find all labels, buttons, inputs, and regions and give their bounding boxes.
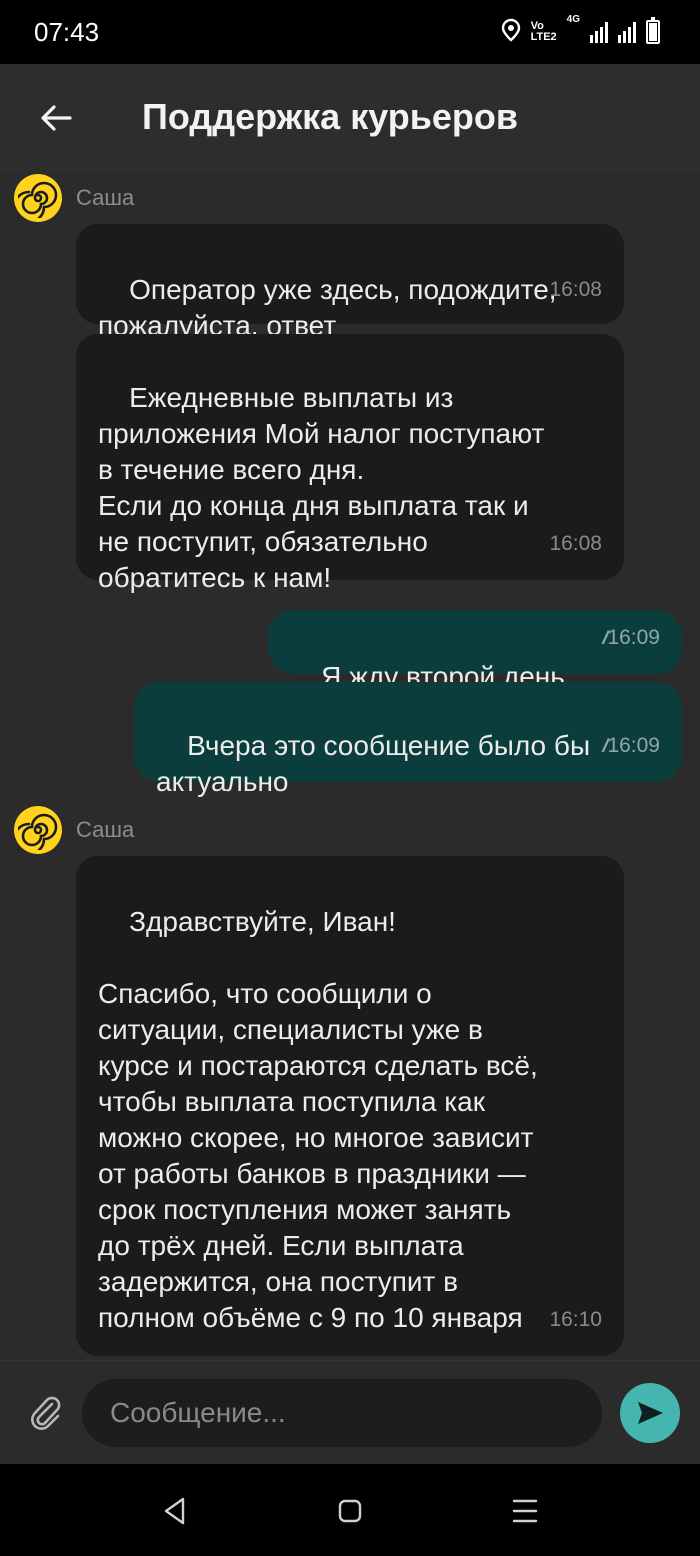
spiral-logo-icon	[18, 181, 58, 218]
message-time: 16:10	[549, 1308, 602, 1331]
page-title: Поддержка курьеров	[142, 96, 519, 137]
outgoing-message[interactable]: Вчера это сообщение было бы актуально //…	[134, 682, 682, 797]
message-list[interactable]: Саша Оператор уже здесь, подождите, пожа…	[0, 172, 700, 1360]
system-nav-bar	[0, 1464, 700, 1556]
message-input[interactable]	[82, 1379, 602, 1447]
incoming-message[interactable]: Ежедневные выплаты из приложения Мой нал…	[76, 334, 624, 593]
composer-bar	[0, 1360, 700, 1465]
message-text: Здравствуйте, Иван! Спасибо, что сообщил…	[98, 906, 538, 1333]
message-meta: // 16:09	[603, 728, 660, 764]
send-icon	[638, 1402, 663, 1424]
back-button[interactable]	[36, 98, 76, 138]
message-text: Ежедневные выплаты из приложения Мой нал…	[98, 382, 545, 593]
avatar	[14, 174, 62, 222]
status-time: 07:43	[34, 16, 100, 47]
volte-icon: Vo LTE2	[531, 21, 557, 43]
recents-menu-icon	[512, 1499, 538, 1523]
battery-icon	[646, 17, 660, 44]
home-square-icon	[338, 1499, 362, 1523]
avatar	[14, 806, 62, 854]
sender-row: Саша	[14, 806, 134, 854]
location-icon	[501, 18, 521, 47]
message-text: Оператор уже здесь, подождите, пожалуйст…	[98, 274, 557, 341]
message-text: Вчера это сообщение было бы актуально	[156, 730, 591, 797]
signal-type-label: 4G	[566, 13, 580, 25]
attach-button[interactable]	[26, 1393, 66, 1433]
sender-row: Саша	[14, 174, 134, 222]
incoming-message[interactable]: Здравствуйте, Иван! Спасибо, что сообщил…	[76, 856, 624, 1356]
status-icons: Vo LTE2 4G	[501, 14, 660, 47]
chat-header: Поддержка курьеров	[0, 64, 700, 172]
nav-back-button[interactable]	[158, 1494, 192, 1528]
nav-home-button[interactable]	[333, 1494, 367, 1528]
arrow-left-icon	[41, 105, 72, 131]
outgoing-message[interactable]: Я жду второй день // 16:09	[268, 610, 682, 692]
sender-name: Саша	[76, 185, 135, 210]
spiral-logo-icon	[18, 813, 58, 850]
status-bar: 07:43 Vo LTE2 4G	[0, 0, 700, 64]
message-time: 16:09	[607, 626, 660, 649]
message-time: 16:08	[549, 278, 602, 301]
incoming-message[interactable]: Оператор уже здесь, подождите, пожалуйст…	[76, 224, 624, 341]
paperclip-icon	[31, 1396, 61, 1430]
message-time: 16:08	[549, 532, 602, 555]
message-meta: // 16:09	[603, 620, 660, 656]
signal-icon	[590, 21, 608, 43]
send-button[interactable]	[620, 1383, 680, 1443]
sender-name: Саша	[76, 817, 135, 842]
signal-icon-2	[618, 21, 636, 43]
message-time: 16:09	[607, 734, 660, 757]
nav-recents-button[interactable]	[508, 1494, 542, 1528]
network-bottom-label: LTE2	[530, 31, 557, 43]
back-triangle-icon	[164, 1497, 185, 1525]
